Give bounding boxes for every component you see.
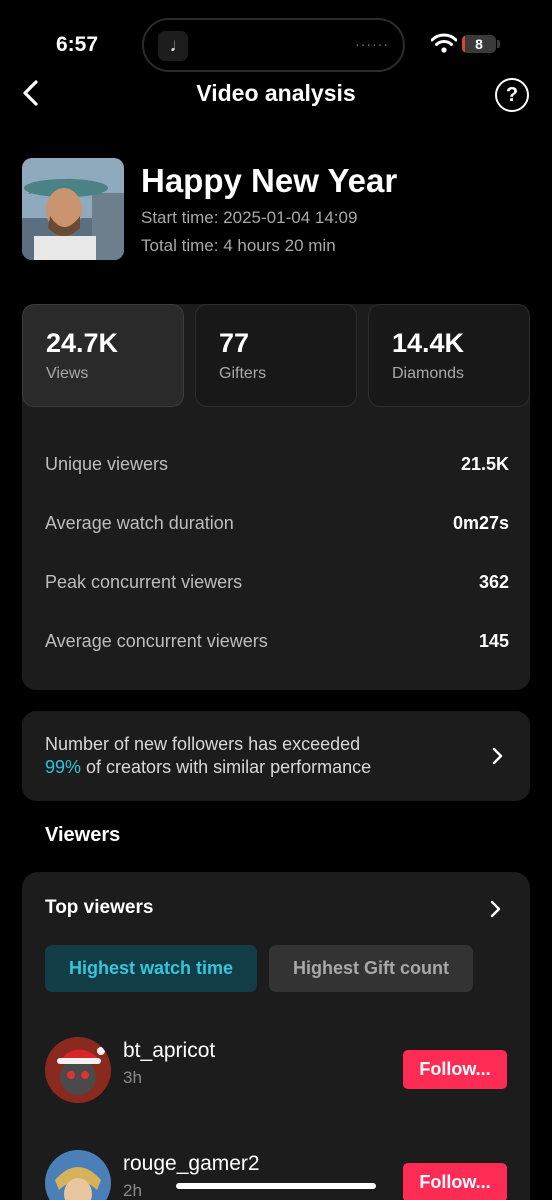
viewer-watch-time: 3h [123, 1068, 142, 1087]
thumbnail-image [22, 158, 124, 260]
wifi-icon [431, 33, 457, 53]
followers-insight-banner[interactable]: Number of new followers has exceeded 99%… [22, 711, 530, 801]
followers-percent: 99% [45, 757, 82, 777]
viewer-watch-time: 2h [123, 1181, 142, 1200]
status-time: 6:57 [56, 33, 99, 56]
list-item[interactable]: rouge_gamer2 2h Follow... [45, 1150, 507, 1200]
status-bar: 6:57 𝅘𝅥 ······ 8 [0, 0, 552, 80]
section-title-viewers: Viewers [45, 824, 121, 846]
follow-button[interactable]: Follow... [403, 1163, 507, 1200]
stat-label: Diamonds [392, 365, 465, 382]
metric-average-watch-duration: Average watch duration 0m27s [45, 513, 509, 539]
tab-highest-watch-time[interactable]: Highest watch time [45, 945, 257, 992]
avatar-image [45, 1037, 111, 1103]
stats-card: 24.7K Views 77 Gifters 14.4K Diamonds Un… [22, 304, 530, 690]
viewer-name: bt_apricot [123, 1039, 216, 1062]
followers-line-1: Number of new followers has exceeded [45, 734, 361, 754]
list-item[interactable]: bt_apricot 3h Follow... [45, 1037, 507, 1107]
avatar[interactable] [45, 1150, 111, 1200]
metric-value: 145 [478, 631, 509, 651]
top-viewers-card: Top viewers Highest watch time Highest G… [22, 872, 530, 1200]
followers-line-2-rest: of creators with similar performance [81, 757, 372, 777]
audio-waveform-icon: ······ [355, 36, 389, 52]
metric-value: 362 [478, 572, 509, 592]
start-time: Start time: 2025-01-04 14:09 [141, 208, 358, 227]
metric-label: Average concurrent viewers [45, 631, 268, 651]
followers-line-2: 99% of creators with similar performance [45, 756, 371, 779]
stat-tile-diamonds[interactable]: 14.4K Diamonds [368, 304, 530, 407]
viewer-name: rouge_gamer2 [123, 1152, 260, 1175]
followers-insight-text: Number of new followers has exceeded 99%… [45, 733, 371, 779]
metric-unique-viewers: Unique viewers 21.5K [45, 454, 509, 480]
metric-value: 0m27s [452, 513, 509, 533]
battery-icon: 8 [462, 35, 496, 53]
metric-average-concurrent-viewers: Average concurrent viewers 145 [45, 631, 509, 657]
home-indicator[interactable] [176, 1183, 376, 1189]
page-title: Video analysis [196, 80, 356, 106]
metric-label: Peak concurrent viewers [45, 572, 243, 592]
stat-value: 24.7K [46, 328, 119, 358]
battery-tip [497, 40, 500, 48]
avatar-image [45, 1150, 111, 1200]
total-time: Total time: 4 hours 20 min [141, 236, 336, 255]
battery-level: 8 [475, 36, 483, 52]
chevron-right-icon[interactable] [488, 899, 502, 919]
video-thumbnail[interactable] [22, 158, 124, 260]
chevron-right-icon [492, 747, 503, 765]
stat-tile-views[interactable]: 24.7K Views [22, 304, 184, 407]
top-viewers-title: Top viewers [45, 897, 154, 918]
stat-label: Views [46, 365, 89, 382]
metric-value: 21.5K [460, 454, 509, 474]
stat-value: 77 [219, 328, 250, 358]
avatar[interactable] [45, 1037, 111, 1103]
dynamic-island[interactable]: 𝅘𝅥 ······ [142, 18, 405, 72]
question-circle-icon[interactable]: ? [495, 78, 529, 112]
stat-label: Gifters [219, 365, 267, 382]
metric-label: Average watch duration [45, 513, 234, 533]
music-note-icon: 𝅘𝅥 [158, 31, 188, 61]
metric-label: Unique viewers [45, 454, 169, 474]
tab-highest-gift-count[interactable]: Highest Gift count [269, 945, 473, 992]
follow-button[interactable]: Follow... [403, 1050, 507, 1089]
video-title: Happy New Year [141, 162, 398, 199]
metric-peak-concurrent-viewers: Peak concurrent viewers 362 [45, 572, 509, 598]
stat-value: 14.4K [392, 328, 465, 358]
stat-tile-gifters[interactable]: 77 Gifters [195, 304, 357, 407]
